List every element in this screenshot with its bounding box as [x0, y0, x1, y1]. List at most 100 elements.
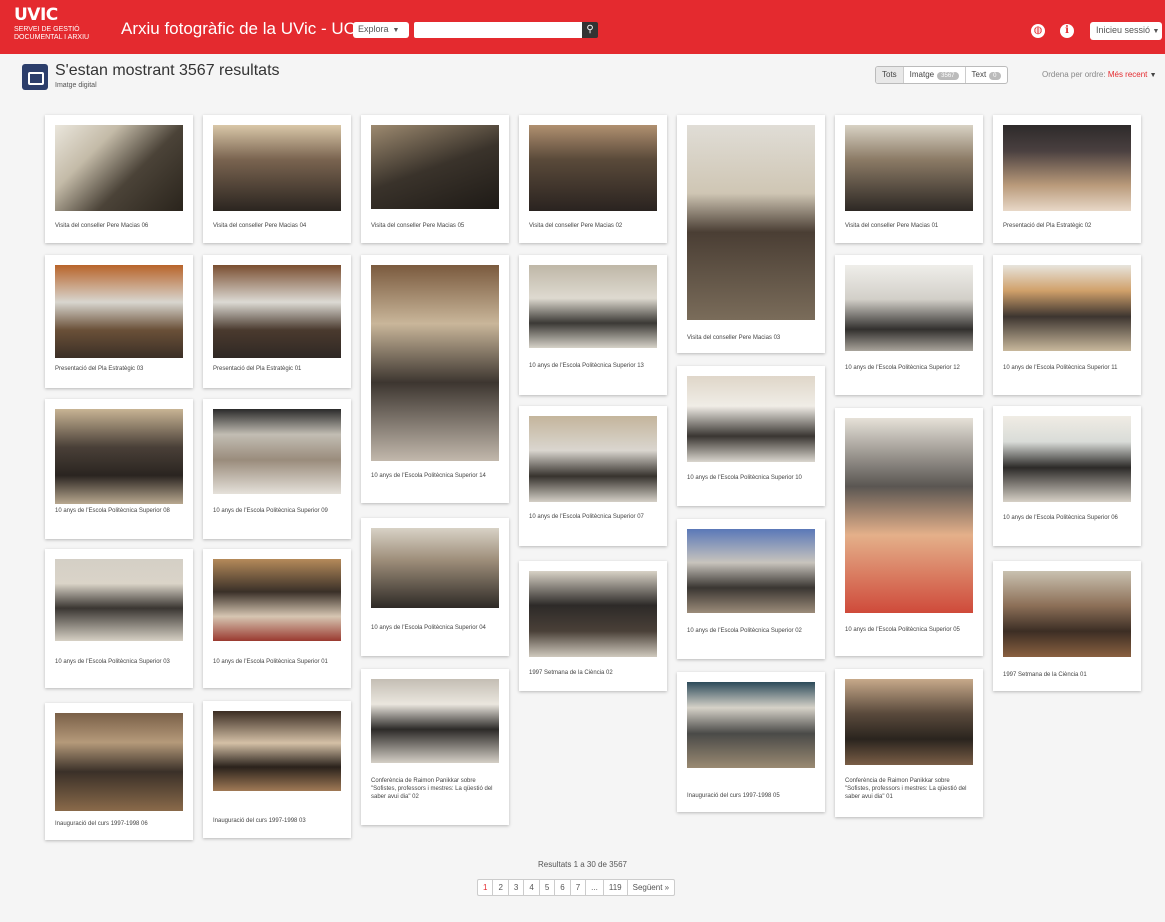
result-card[interactable]: Visita del conseller Pere Macias 01: [835, 115, 983, 243]
result-caption[interactable]: Presentació del Pla Estratègic 02: [1003, 222, 1131, 230]
page-link-6[interactable]: 6: [555, 880, 571, 895]
result-thumbnail[interactable]: [213, 409, 341, 494]
result-caption[interactable]: Visita del conseller Pere Macias 06: [55, 222, 183, 230]
result-card[interactable]: 10 anys de l'Escola Politècnica Superior…: [519, 255, 667, 395]
result-thumbnail[interactable]: [213, 265, 341, 358]
page-link-5[interactable]: 5: [540, 880, 556, 895]
result-caption[interactable]: Inauguració del curs 1997-1998 05: [687, 792, 815, 800]
result-card[interactable]: 10 anys de l'Escola Politècnica Superior…: [993, 406, 1141, 546]
result-caption[interactable]: Visita del conseller Pere Macias 03: [687, 334, 815, 342]
result-thumbnail[interactable]: [687, 376, 815, 462]
filter-image-button[interactable]: Imatge 3567: [904, 67, 966, 83]
result-caption[interactable]: 1997 Setmana de la Ciència 02: [529, 669, 657, 677]
result-caption[interactable]: Presentació del Pla Estratègic 03: [55, 365, 183, 373]
result-card[interactable]: 10 anys de l'Escola Politècnica Superior…: [45, 549, 193, 688]
page-link-7[interactable]: 7: [571, 880, 587, 895]
result-thumbnail[interactable]: [529, 416, 657, 502]
result-thumbnail[interactable]: [371, 679, 499, 763]
result-thumbnail[interactable]: [845, 265, 973, 351]
page-link-4[interactable]: 4: [524, 880, 540, 895]
result-caption[interactable]: 10 anys de l'Escola Politècnica Superior…: [55, 507, 183, 515]
result-thumbnail[interactable]: [213, 559, 341, 641]
result-card[interactable]: Inauguració del curs 1997-1998 03: [203, 701, 351, 838]
result-thumbnail[interactable]: [687, 682, 815, 768]
result-caption[interactable]: 10 anys de l'Escola Politècnica Superior…: [529, 513, 657, 521]
result-card[interactable]: 1997 Setmana de la Ciència 01: [993, 561, 1141, 691]
result-caption[interactable]: 10 anys de l'Escola Politècnica Superior…: [845, 626, 973, 634]
result-thumbnail[interactable]: [845, 125, 973, 211]
site-title[interactable]: Arxiu fotogràfic de la UVic - UCC: [121, 19, 368, 39]
result-card[interactable]: Visita del conseller Pere Macias 04: [203, 115, 351, 243]
result-card[interactable]: 10 anys de l'Escola Politècnica Superior…: [45, 399, 193, 539]
result-thumbnail[interactable]: [1003, 571, 1131, 657]
search-input[interactable]: [414, 22, 582, 38]
result-card[interactable]: Visita del conseller Pere Macias 05: [361, 115, 509, 243]
sort-control[interactable]: Ordena per ordre: Més recent ▼: [1042, 70, 1157, 79]
result-card[interactable]: 10 anys de l'Escola Politècnica Superior…: [835, 255, 983, 395]
result-card[interactable]: Conferència de Raimon Panikkar sobre "So…: [361, 669, 509, 825]
filter-text-button[interactable]: Text 0: [966, 67, 1007, 83]
info-icon[interactable]: i: [1060, 24, 1074, 38]
result-caption[interactable]: 10 anys de l'Escola Politècnica Superior…: [371, 624, 499, 632]
page-link-3[interactable]: 3: [509, 880, 525, 895]
result-card[interactable]: Conferència de Raimon Panikkar sobre "So…: [835, 669, 983, 817]
result-caption[interactable]: Visita del conseller Pere Macias 01: [845, 222, 973, 230]
result-card[interactable]: Presentació del Pla Estratègic 01: [203, 255, 351, 388]
result-card[interactable]: 10 anys de l'Escola Politècnica Superior…: [361, 255, 509, 503]
result-caption[interactable]: Inauguració del curs 1997-1998 03: [213, 817, 341, 825]
result-card[interactable]: Visita del conseller Pere Macias 06: [45, 115, 193, 243]
result-card[interactable]: Inauguració del curs 1997-1998 06: [45, 703, 193, 840]
result-card[interactable]: 10 anys de l'Escola Politècnica Superior…: [203, 549, 351, 688]
explore-dropdown[interactable]: Explora ▼: [353, 22, 409, 38]
result-thumbnail[interactable]: [1003, 125, 1131, 211]
result-card[interactable]: Visita del conseller Pere Macias 02: [519, 115, 667, 243]
login-button[interactable]: Inicieu sessió ▼: [1090, 22, 1162, 40]
result-caption[interactable]: 10 anys de l'Escola Politècnica Superior…: [1003, 514, 1131, 522]
result-caption[interactable]: 10 anys de l'Escola Politècnica Superior…: [687, 474, 815, 482]
result-caption[interactable]: Inauguració del curs 1997-1998 06: [55, 820, 183, 828]
result-card[interactable]: Inauguració del curs 1997-1998 05: [677, 672, 825, 812]
result-card[interactable]: 10 anys de l'Escola Politècnica Superior…: [203, 399, 351, 539]
result-thumbnail[interactable]: [529, 265, 657, 348]
result-thumbnail[interactable]: [371, 265, 499, 461]
result-card[interactable]: Visita del conseller Pere Macias 03: [677, 115, 825, 353]
result-card[interactable]: 10 anys de l'Escola Politècnica Superior…: [993, 255, 1141, 395]
page-link-1[interactable]: 1: [478, 880, 494, 895]
result-thumbnail[interactable]: [845, 679, 973, 765]
result-thumbnail[interactable]: [845, 418, 973, 613]
result-caption[interactable]: 10 anys de l'Escola Politècnica Superior…: [687, 627, 815, 635]
result-caption[interactable]: 10 anys de l'Escola Politècnica Superior…: [213, 658, 341, 666]
result-thumbnail[interactable]: [1003, 265, 1131, 351]
search-button[interactable]: ⚲: [582, 22, 598, 38]
result-caption[interactable]: Visita del conseller Pere Macias 04: [213, 222, 341, 230]
result-caption[interactable]: 10 anys de l'Escola Politècnica Superior…: [845, 364, 973, 372]
uvic-logo[interactable]: UVIC SERVEI DE GESTIÓ DOCUMENTAL I ARXIU: [14, 7, 110, 51]
result-thumbnail[interactable]: [55, 125, 183, 211]
result-card[interactable]: Presentació del Pla Estratègic 02: [993, 115, 1141, 243]
result-card[interactable]: Presentació del Pla Estratègic 03: [45, 255, 193, 388]
page-link-2[interactable]: 2: [493, 880, 509, 895]
result-caption[interactable]: Visita del conseller Pere Macias 02: [529, 222, 657, 230]
result-card[interactable]: 10 anys de l'Escola Politècnica Superior…: [519, 406, 667, 546]
result-thumbnail[interactable]: [371, 125, 499, 209]
result-thumbnail[interactable]: [529, 125, 657, 211]
result-card[interactable]: 10 anys de l'Escola Politècnica Superior…: [361, 518, 509, 656]
result-thumbnail[interactable]: [687, 125, 815, 320]
next-page-button[interactable]: Següent »: [628, 880, 674, 895]
result-caption[interactable]: 10 anys de l'Escola Politècnica Superior…: [1003, 364, 1131, 372]
result-card[interactable]: 10 anys de l'Escola Politècnica Superior…: [835, 408, 983, 656]
result-thumbnail[interactable]: [55, 559, 183, 641]
result-thumbnail[interactable]: [371, 528, 499, 608]
result-card[interactable]: 10 anys de l'Escola Politècnica Superior…: [677, 519, 825, 659]
result-thumbnail[interactable]: [213, 711, 341, 791]
result-caption[interactable]: Conferència de Raimon Panikkar sobre "So…: [845, 777, 973, 801]
result-thumbnail[interactable]: [687, 529, 815, 613]
result-thumbnail[interactable]: [55, 265, 183, 358]
result-thumbnail[interactable]: [213, 125, 341, 211]
result-caption[interactable]: 10 anys de l'Escola Politècnica Superior…: [55, 658, 183, 666]
result-thumbnail[interactable]: [529, 571, 657, 657]
result-caption[interactable]: 10 anys de l'Escola Politècnica Superior…: [213, 507, 341, 515]
language-globe-icon[interactable]: ◍: [1031, 24, 1045, 38]
result-caption[interactable]: 1997 Setmana de la Ciència 01: [1003, 671, 1131, 679]
result-card[interactable]: 1997 Setmana de la Ciència 02: [519, 561, 667, 691]
